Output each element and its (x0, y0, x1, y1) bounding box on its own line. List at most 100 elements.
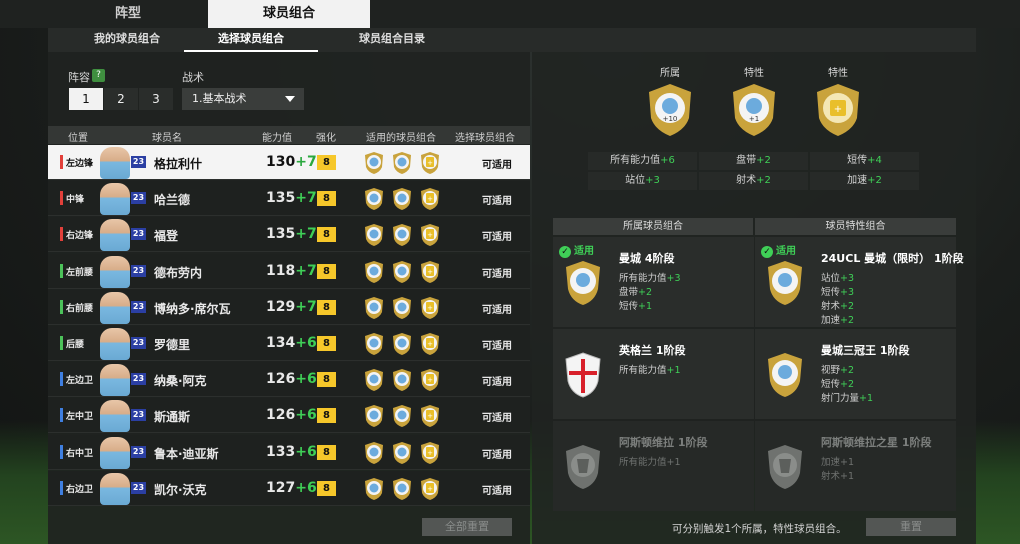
enhance-level: 8 (317, 336, 336, 351)
enhance-level: 8 (317, 480, 336, 496)
city-crest-icon (365, 441, 383, 464)
player-portrait (100, 328, 130, 360)
player-portrait (100, 472, 130, 505)
tactic-select[interactable]: 1.基本战术 (182, 88, 304, 110)
player-name: 凯尔·沃克 (154, 482, 207, 497)
city-crest-icon (393, 477, 411, 500)
stat-value: +2 (756, 155, 771, 166)
formation-option-3[interactable]: 3 (139, 88, 173, 110)
stat-label: 短传 (847, 155, 868, 166)
availability-status[interactable]: 可适用 (482, 228, 512, 243)
gold-plus-icon: + (421, 152, 439, 174)
position-marker (60, 408, 63, 423)
chem-stat-label: 盘带 (619, 287, 639, 298)
availability-status[interactable]: 可适用 (482, 301, 512, 316)
player-name: 福登 (154, 229, 179, 244)
availability-status[interactable]: 可适用 (482, 265, 512, 280)
chem-stat-value: +2 (840, 315, 855, 326)
player-name: 鲁本·迪亚斯 (154, 446, 219, 461)
chem-stat-value: +1 (638, 301, 653, 312)
chemistry-card[interactable]: 阿斯顿维拉之星 1阶段 加速+1 射术+1 (755, 421, 956, 511)
player-row[interactable]: 右边锋 23 福登 135+7 8 + 可适用 (48, 217, 530, 253)
club-chem-header: 所属球员组合 (553, 218, 753, 235)
chem-stat-label: 加速 (821, 457, 841, 468)
player-row[interactable]: 左中卫 23 斯通斯 126+6 8 + 可适用 (48, 398, 530, 434)
position-marker (60, 336, 63, 350)
player-portrait (100, 400, 130, 433)
city-crest-icon (365, 152, 383, 174)
player-portrait (100, 436, 130, 469)
stat-value: +2 (867, 175, 882, 186)
chemistry-card[interactable]: 阿斯顿维拉 1阶段 所有能力值+1 (553, 421, 754, 511)
season-badge: 23 (131, 300, 146, 313)
tab-chemistry[interactable]: 球员组合 (208, 0, 370, 28)
subtab-my-chemistry[interactable]: 我的球员组合 (72, 28, 182, 52)
formation-option-2[interactable]: 2 (104, 88, 138, 110)
player-name: 博纳多·席尔瓦 (154, 301, 231, 316)
reset-button[interactable]: 重置 (866, 518, 956, 536)
player-rating: 135+7 (266, 226, 317, 242)
rating-bonus: +7 (295, 298, 317, 315)
reset-all-button[interactable]: 全部重置 (422, 518, 512, 536)
chemistry-stat: 短传+2 (821, 376, 854, 390)
availability-status[interactable]: 可适用 (482, 409, 512, 424)
chem-stat-label: 加速 (821, 315, 841, 326)
chem-stat-label: 所有能力值 (619, 365, 667, 376)
city-crest-icon (393, 260, 411, 283)
summary-title-trait-1: 特性 (744, 68, 764, 79)
availability-status[interactable]: 可适用 (482, 373, 512, 388)
gold-plus-icon: + (421, 333, 439, 355)
subtab-select-chemistry[interactable]: 选择球员组合 (184, 28, 318, 52)
help-icon[interactable]: ? (92, 69, 105, 82)
rating-bonus: +6 (295, 335, 317, 351)
player-row[interactable]: 右中卫 23 鲁本·迪亚斯 133+6 8 + 可适用 (48, 434, 530, 470)
trait-chem-header: 球员特性组合 (755, 218, 956, 235)
availability-status[interactable]: 可适用 (482, 446, 512, 461)
chemistry-stat: 视野+2 (821, 362, 854, 376)
chemistry-card[interactable]: ✓ 适用 曼城 4阶段 所有能力值+3 盘带+2 短传+1 (553, 237, 754, 327)
summary-stat: 盘带+2 (699, 152, 808, 170)
player-row[interactable]: 左前腰 23 德布劳内 118+7 8 + 可适用 (48, 253, 530, 289)
availability-status[interactable]: 可适用 (482, 192, 512, 207)
chemistry-card[interactable]: 曼城三冠王 1阶段 视野+2 短传+2 射门力量+1 (755, 329, 956, 419)
applied-indicator: ✓ 适用 (761, 242, 796, 258)
player-position: 后腰 (66, 340, 85, 350)
player-row[interactable]: 左边锋 23 格拉利什 130+7 8 + 可适用 (48, 145, 530, 180)
svg-text:+: + (834, 104, 842, 115)
city-crest-icon (365, 333, 383, 355)
availability-status[interactable]: 可适用 (482, 482, 512, 497)
tab-formation[interactable]: 阵型 (48, 0, 208, 28)
player-row[interactable]: 后腰 23 罗德里 134+6 8 + 可适用 (48, 326, 530, 361)
stat-value: +3 (645, 175, 660, 186)
chem-stat-value: +3 (840, 273, 855, 284)
applied-label: 适用 (776, 246, 796, 257)
player-position: 中锋 (66, 195, 85, 206)
season-badge: 23 (131, 228, 146, 241)
city-crest-icon (768, 261, 802, 305)
player-row[interactable]: 右前腰 23 博纳多·席尔瓦 129+7 8 + 可适用 (48, 289, 530, 325)
player-row[interactable]: 左边卫 23 纳桑·阿克 126+6 8 + 可适用 (48, 362, 530, 398)
subtab-chemistry-catalog[interactable]: 球员组合目录 (332, 28, 452, 52)
chemistry-card[interactable]: ✓ 适用 24UCL 曼城（限时） 1阶段 站位+3 短传+3 射术+2 加速+2 (755, 237, 964, 327)
chem-stat-label: 短传 (821, 287, 841, 298)
player-rating: 134+6 (266, 335, 317, 351)
col-rating: 能力值 (262, 133, 292, 144)
gold-plus-icon: + (421, 188, 439, 211)
player-row[interactable]: 中锋 23 哈兰德 135+7 8 + 可适用 (48, 181, 530, 217)
sub-tab-bar: 我的球员组合 选择球员组合 球员组合目录 (48, 28, 976, 52)
chemistry-name: 曼城 4阶段 (619, 252, 675, 265)
chem-stat-value: +2 (840, 301, 855, 312)
player-portrait (100, 255, 130, 288)
availability-status[interactable]: 可适用 (482, 337, 512, 352)
chemistry-card[interactable]: 英格兰 1阶段 所有能力值+1 (553, 329, 754, 419)
formation-option-1[interactable]: 1 (69, 88, 103, 110)
chem-stat-label: 所有能力值 (619, 273, 667, 284)
enhance-level: 8 (317, 372, 336, 388)
chemistry-name: 阿斯顿维拉 1阶段 (619, 436, 708, 449)
stat-value: +4 (867, 155, 882, 166)
city-crest-icon: +1 (733, 84, 775, 136)
player-row[interactable]: 右边卫 23 凯尔·沃克 127+6 8 + 可适用 (48, 470, 530, 506)
tactic-value: 1.基本战术 (192, 92, 247, 105)
availability-status[interactable]: 可适用 (482, 156, 512, 171)
rating-bonus: +6 (295, 443, 317, 460)
